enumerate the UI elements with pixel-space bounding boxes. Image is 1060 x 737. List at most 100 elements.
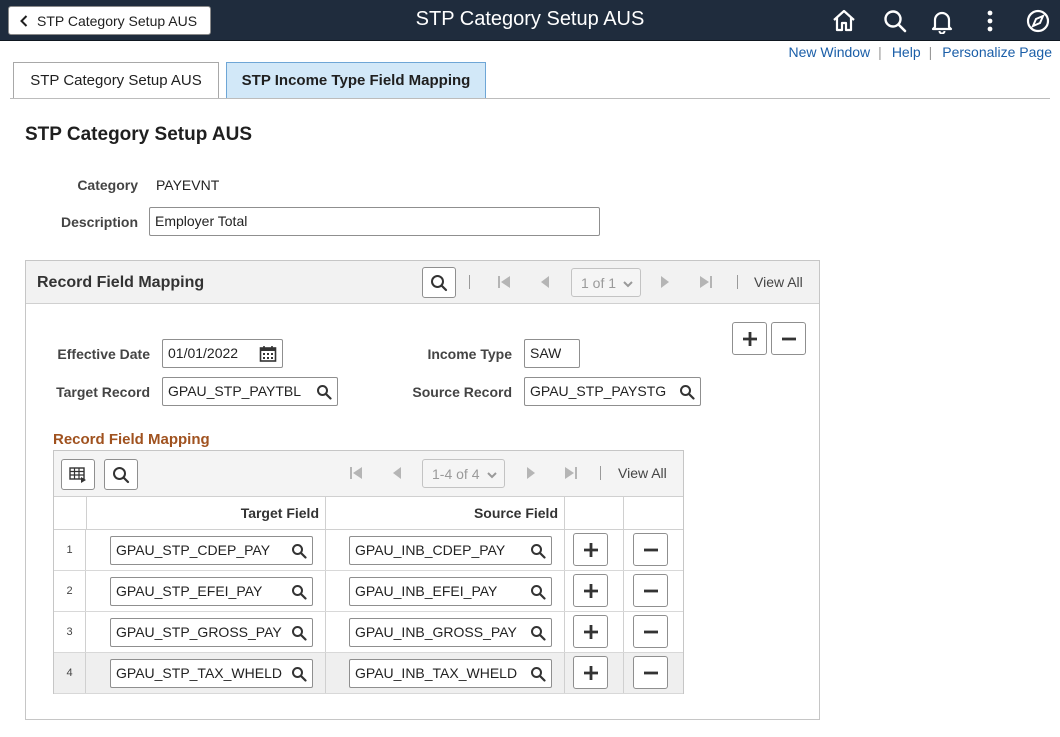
lookup-search-icon[interactable] xyxy=(316,384,332,400)
add-column-header xyxy=(565,497,624,530)
target-field-input[interactable]: GPAU_STP_GROSS_PAY xyxy=(110,618,313,647)
delete-row-button[interactable] xyxy=(771,322,806,355)
table-row: 1 GPAU_STP_CDEP_PAY GPAU_INB_CDEP_PAY xyxy=(54,530,683,571)
cell-divider xyxy=(623,653,624,693)
grid-view-all-link[interactable]: View All xyxy=(618,465,667,481)
income-type-input[interactable]: SAW xyxy=(524,339,580,368)
kebab-menu-icon[interactable] xyxy=(977,8,1003,34)
group-pager-select[interactable]: 1 of 1 xyxy=(571,268,641,297)
group-title: Record Field Mapping xyxy=(37,274,205,291)
target-field-input[interactable]: GPAU_STP_EFEI_PAY xyxy=(110,577,313,606)
effective-date-label: Effective Date xyxy=(57,346,150,362)
previous-page-icon[interactable] xyxy=(538,275,552,289)
last-page-icon[interactable] xyxy=(564,466,578,480)
delete-row-button[interactable] xyxy=(633,656,668,689)
minus-icon xyxy=(643,630,658,633)
add-row-button[interactable] xyxy=(573,533,608,566)
group-view-all-link[interactable]: View All xyxy=(754,274,803,290)
target-record-input[interactable]: GPAU_STP_PAYTBL xyxy=(162,377,338,406)
target-field-header: Target Field xyxy=(87,497,326,530)
delete-row-button[interactable] xyxy=(633,574,668,607)
personalize-page-link[interactable]: Personalize Page xyxy=(942,44,1052,60)
group-pager-value: 1 of 1 xyxy=(581,274,617,291)
table-row: 2 GPAU_STP_EFEI_PAY GPAU_INB_EFEI_PAY xyxy=(54,571,683,612)
toolbar-separator xyxy=(600,466,601,480)
toolbar-separator xyxy=(737,275,738,289)
grid-title: Record Field Mapping xyxy=(53,431,210,448)
description-input[interactable]: Employer Total xyxy=(149,207,600,236)
add-row-button[interactable] xyxy=(573,574,608,607)
previous-page-icon[interactable] xyxy=(390,466,404,480)
target-field-input[interactable]: GPAU_STP_CDEP_PAY xyxy=(110,536,313,565)
source-field-header: Source Field xyxy=(326,497,565,530)
source-field-input[interactable]: GPAU_INB_TAX_WHELD xyxy=(349,659,552,688)
last-page-icon[interactable] xyxy=(699,275,713,289)
delete-row-button[interactable] xyxy=(633,533,668,566)
calendar-icon[interactable] xyxy=(259,345,277,363)
back-button-label: STP Category Setup AUS xyxy=(37,12,198,29)
source-record-value: GPAU_STP_PAYSTG xyxy=(530,383,667,399)
search-icon xyxy=(431,274,448,291)
lookup-search-icon[interactable] xyxy=(291,625,307,641)
search-icon[interactable] xyxy=(882,8,908,34)
lookup-search-icon[interactable] xyxy=(530,666,546,682)
source-field-input[interactable]: GPAU_INB_EFEI_PAY xyxy=(349,577,552,606)
source-field-input[interactable]: GPAU_INB_CDEP_PAY xyxy=(349,536,552,565)
home-icon[interactable] xyxy=(831,8,857,34)
lookup-search-icon[interactable] xyxy=(291,543,307,559)
lookup-search-icon[interactable] xyxy=(291,666,307,682)
effective-date-input[interactable]: 01/01/2022 xyxy=(162,339,283,368)
source-field-value: GPAU_INB_TAX_WHELD xyxy=(355,665,518,681)
add-row-button[interactable] xyxy=(573,615,608,648)
cell-divider xyxy=(623,571,624,611)
next-page-icon[interactable] xyxy=(524,466,538,480)
cell-divider xyxy=(325,612,326,652)
page-banner: STP Category Setup AUS STP Category Setu… xyxy=(0,0,1060,41)
lookup-search-icon[interactable] xyxy=(530,584,546,600)
cell-divider xyxy=(325,530,326,570)
grid-toolbar: 1-4 of 4 View All xyxy=(54,451,683,497)
bell-icon[interactable] xyxy=(929,8,955,34)
target-field-input[interactable]: GPAU_STP_TAX_WHELD xyxy=(110,659,313,688)
first-page-icon[interactable] xyxy=(349,466,363,480)
tab-stp-category-setup[interactable]: STP Category Setup AUS xyxy=(13,62,219,98)
grid-search-button[interactable] xyxy=(104,459,138,490)
lookup-search-icon[interactable] xyxy=(530,625,546,641)
grid-pager-select[interactable]: 1-4 of 4 xyxy=(422,459,505,488)
first-page-icon[interactable] xyxy=(497,275,511,289)
row-number: 1 xyxy=(54,530,86,570)
link-separator: | xyxy=(878,44,882,60)
source-field-value: GPAU_INB_CDEP_PAY xyxy=(355,542,506,558)
target-record-label: Target Record xyxy=(56,384,150,400)
lookup-search-icon[interactable] xyxy=(291,584,307,600)
add-row-button[interactable] xyxy=(732,322,767,355)
effective-date-value: 01/01/2022 xyxy=(168,345,239,361)
back-button[interactable]: STP Category Setup AUS xyxy=(8,6,211,35)
tab-stp-income-type-field-mapping[interactable]: STP Income Type Field Mapping xyxy=(226,62,486,98)
group-header: Record Field Mapping 1 of 1 View All xyxy=(26,261,819,304)
page-links: New Window | Help | Personalize Page xyxy=(788,44,1052,60)
lookup-search-icon[interactable] xyxy=(679,384,695,400)
banner-title: STP Category Setup AUS xyxy=(415,8,645,30)
grid-personalize-button[interactable] xyxy=(61,459,95,490)
help-link[interactable]: Help xyxy=(892,44,921,60)
page-title: STP Category Setup AUS xyxy=(25,124,252,145)
record-field-mapping-grid: 1-4 of 4 View All Target Field Source Fi… xyxy=(53,450,684,694)
toolbar-separator xyxy=(469,275,470,289)
cell-divider xyxy=(623,530,624,570)
source-field-input[interactable]: GPAU_INB_GROSS_PAY xyxy=(349,618,552,647)
lookup-search-icon[interactable] xyxy=(530,543,546,559)
next-page-icon[interactable] xyxy=(658,275,672,289)
source-field-value: GPAU_INB_EFEI_PAY xyxy=(355,583,498,599)
cell-divider xyxy=(623,612,624,652)
group-search-button[interactable] xyxy=(422,267,456,298)
new-window-link[interactable]: New Window xyxy=(788,44,870,60)
cell-divider xyxy=(564,530,565,570)
delete-row-button[interactable] xyxy=(633,615,668,648)
compass-icon[interactable] xyxy=(1025,8,1051,34)
add-row-button[interactable] xyxy=(573,656,608,689)
row-number-header xyxy=(54,497,87,530)
source-record-label: Source Record xyxy=(412,384,512,400)
source-record-input[interactable]: GPAU_STP_PAYSTG xyxy=(524,377,701,406)
chevron-down-icon xyxy=(623,281,633,288)
